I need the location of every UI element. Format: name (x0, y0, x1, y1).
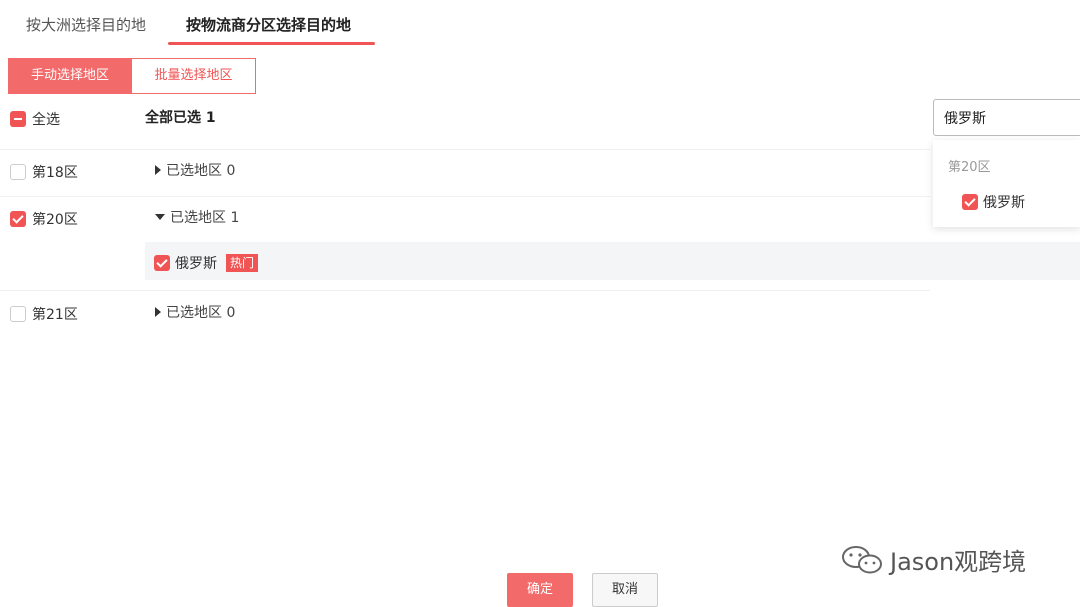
tab-by-continent[interactable]: 按大洲选择目的地 (26, 14, 146, 35)
dropdown-item-russia[interactable]: 俄罗斯 (962, 192, 1025, 212)
hot-badge: 热门 (226, 254, 259, 272)
zone-18-expander[interactable]: 已选地区 0 (155, 160, 235, 180)
select-all-label: 全选 (32, 112, 60, 128)
divider (0, 290, 930, 291)
confirm-button[interactable]: 确定 (507, 573, 573, 607)
dropdown-item-label: 俄罗斯 (983, 195, 1025, 211)
caret-right-icon (155, 307, 161, 317)
zone-row-20[interactable]: 第20区 (10, 209, 78, 229)
active-tab-indicator (168, 42, 375, 45)
caret-right-icon (155, 165, 161, 175)
selected-summary: 全部已选 1 (145, 110, 216, 126)
region-search-input[interactable] (933, 99, 1080, 136)
zone-row-21[interactable]: 第21区 (10, 304, 78, 324)
zone-21-label: 第21区 (32, 307, 78, 323)
select-all[interactable]: 全选 (10, 109, 60, 129)
divider (0, 196, 930, 197)
caret-down-icon (155, 214, 165, 220)
zone-21-checkbox[interactable] (10, 306, 26, 322)
country-row: 俄罗斯 热门 (145, 242, 1080, 280)
batch-select-button[interactable]: 批量选择地区 (132, 58, 256, 94)
watermark: Jason观跨境 (840, 542, 1026, 577)
zone-row-18[interactable]: 第18区 (10, 162, 78, 182)
cancel-button[interactable]: 取消 (592, 573, 658, 607)
zone-21-selected-count: 已选地区 0 (166, 305, 236, 321)
dropdown-item-checkbox[interactable] (962, 194, 978, 210)
country-name: 俄罗斯 (175, 256, 217, 272)
country-russia-checkbox[interactable] (154, 255, 170, 271)
country-item-russia[interactable]: 俄罗斯 热门 (154, 253, 259, 273)
zone-20-label: 第20区 (32, 212, 78, 228)
divider (0, 149, 930, 150)
zone-20-checkbox[interactable] (10, 211, 26, 227)
search-results-dropdown: 第20区 俄罗斯 (933, 140, 1080, 227)
zone-21-expander[interactable]: 已选地区 0 (155, 302, 235, 322)
watermark-text: Jason观跨境 (890, 548, 1027, 576)
zone-20-expander[interactable]: 已选地区 1 (155, 207, 239, 227)
zone-18-label: 第18区 (32, 165, 78, 181)
zone-18-selected-count: 已选地区 0 (166, 163, 236, 179)
select-all-checkbox[interactable] (10, 111, 26, 127)
destination-tabs: 按大洲选择目的地 按物流商分区选择目的地 (0, 0, 1080, 46)
zone-20-selected-count: 已选地区 1 (170, 210, 240, 226)
manual-select-button[interactable]: 手动选择地区 (8, 58, 132, 94)
zone-18-checkbox[interactable] (10, 164, 26, 180)
wechat-icon (840, 544, 884, 576)
dropdown-group-label: 第20区 (948, 160, 991, 175)
tab-by-logistics-zone[interactable]: 按物流商分区选择目的地 (186, 14, 351, 35)
selection-mode-group: 手动选择地区 批量选择地区 (8, 58, 256, 94)
